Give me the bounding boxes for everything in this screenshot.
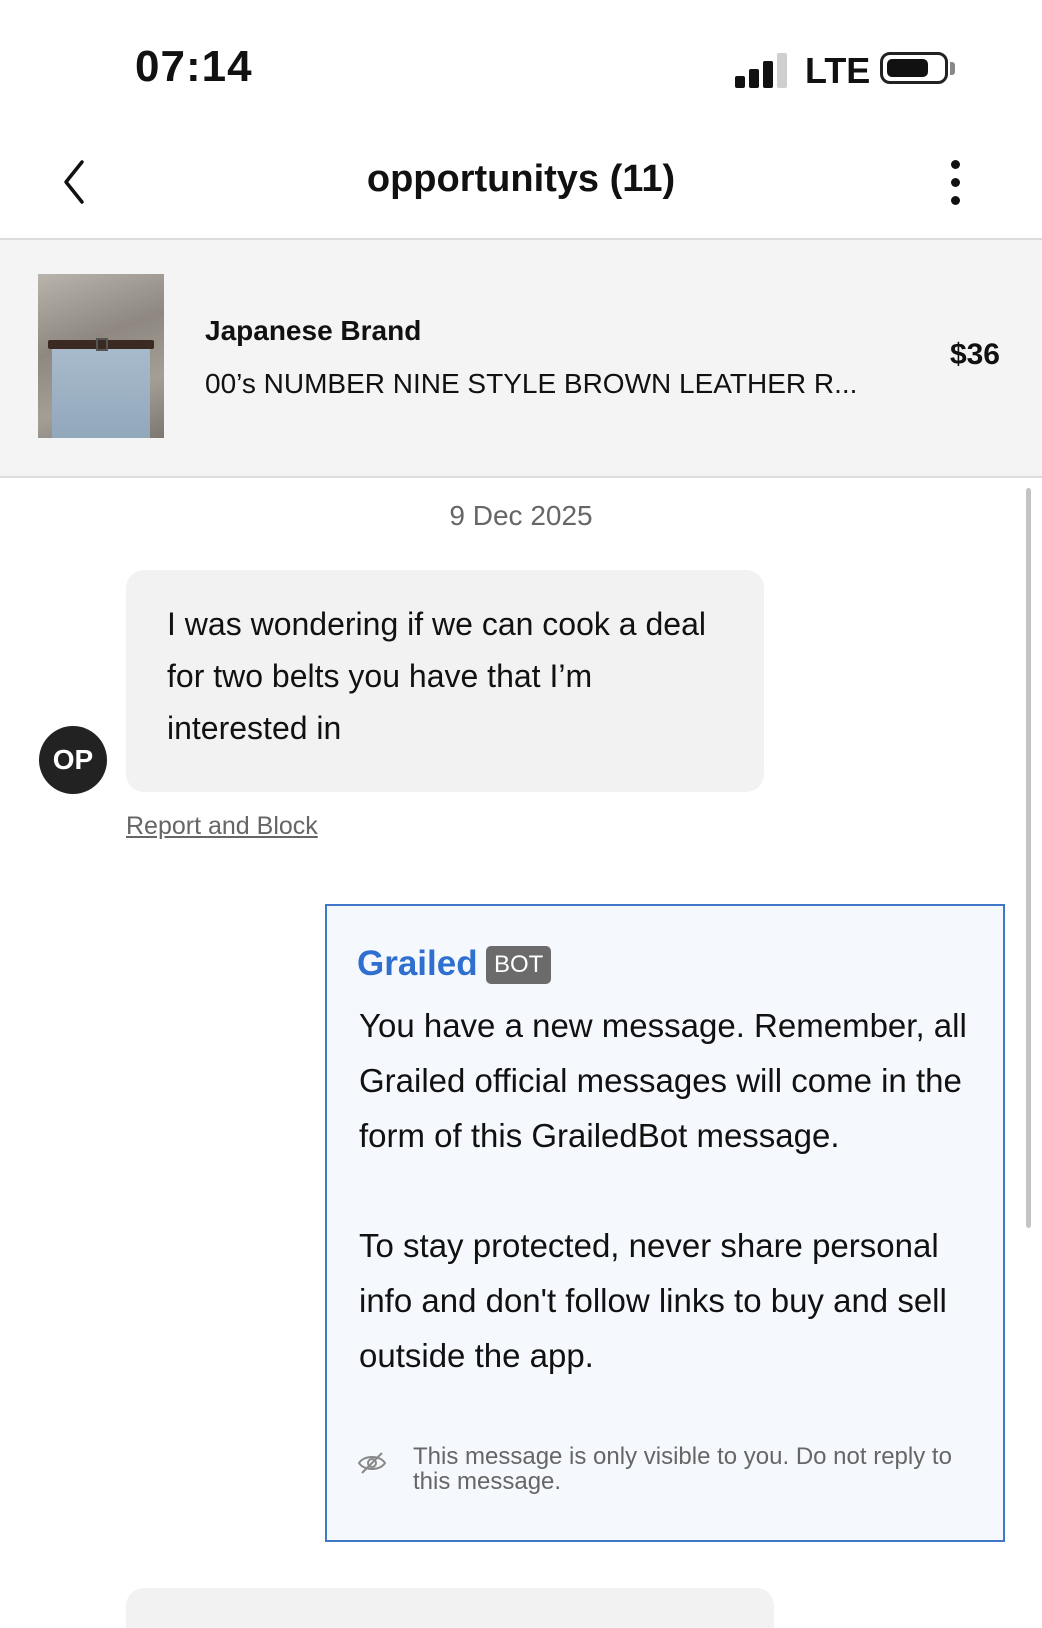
report-and-block-link[interactable]: Report and Block — [126, 812, 318, 841]
signal-strength-icon — [735, 52, 791, 88]
bot-visibility-note: This message is only visible to you. Do … — [413, 1443, 952, 1495]
listing-thumbnail[interactable] — [38, 274, 164, 438]
date-separator: 9 Dec 2025 — [449, 500, 593, 531]
message-text: I was wondering if we can cook a deal fo… — [167, 606, 706, 746]
avatar[interactable]: OP — [39, 726, 107, 794]
bot-message-text: You have a new message. Remember, all Gr… — [359, 998, 979, 1438]
listing-brand: Japanese Brand — [205, 315, 422, 346]
listing-title: 00’s NUMBER NINE STYLE BROWN LEATHER R..… — [205, 368, 858, 399]
bot-badge: BOT — [486, 946, 552, 984]
eye-off-icon — [357, 1452, 387, 1474]
conversation-header: opportunitys (11) — [0, 130, 1042, 240]
next-message-bubble[interactable] — [126, 1588, 774, 1628]
bot-sender-name: Grailed — [357, 944, 478, 983]
chat-thread[interactable]: 9 Dec 2025 I was wondering if we can coo… — [0, 478, 1042, 1628]
listing-preview[interactable]: Japanese Brand 00’s NUMBER NINE STYLE BR… — [0, 240, 1042, 478]
buckle-image — [96, 338, 108, 351]
battery-cap — [950, 62, 955, 75]
scrollbar[interactable] — [1026, 488, 1031, 1228]
listing-price: $36 — [949, 338, 1000, 371]
bot-paragraph-1: You have a new message. Remember, all Gr… — [359, 1007, 967, 1154]
network-type: LTE — [805, 50, 871, 91]
message-bubble[interactable]: I was wondering if we can cook a deal fo… — [126, 570, 764, 792]
bot-message-card: Grailed BOT You have a new message. Reme… — [325, 904, 1005, 1542]
more-options-button[interactable] — [936, 160, 976, 210]
status-bar: 07:14 LTE — [0, 0, 1042, 130]
bot-paragraph-2: To stay protected, never share personal … — [359, 1227, 947, 1374]
conversation-title: opportunitys (11) — [366, 158, 676, 200]
status-time: 07:14 — [135, 42, 253, 91]
jeans-image — [52, 342, 150, 438]
battery-icon — [880, 52, 948, 84]
more-vertical-icon — [951, 160, 960, 169]
